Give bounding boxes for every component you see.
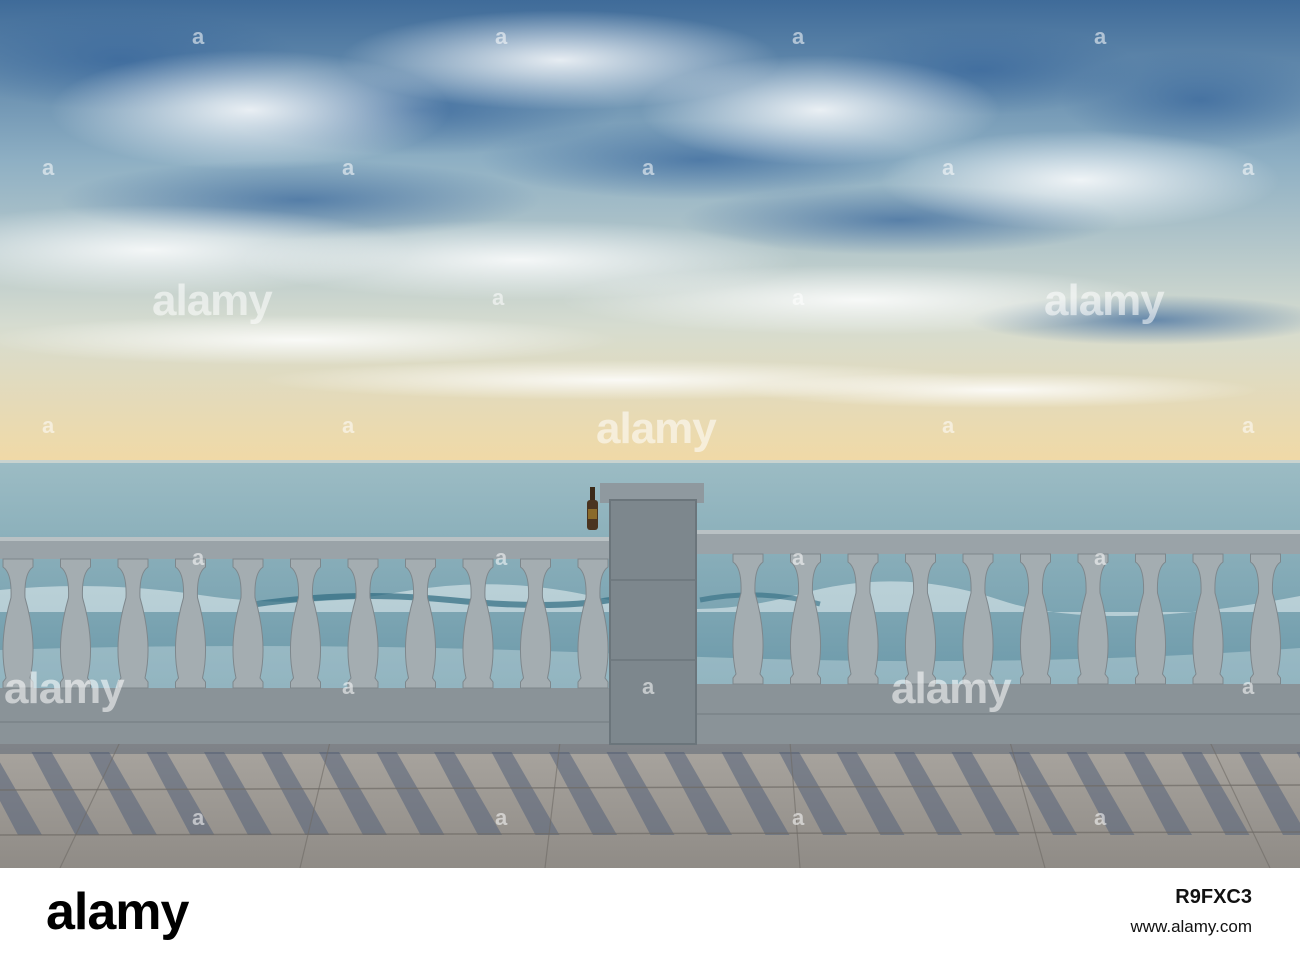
alamy-logo[interactable]: alamy [46, 882, 189, 942]
central-pillar [600, 483, 704, 745]
horizon-line [0, 460, 1300, 463]
site-url[interactable]: www.alamy.com [1130, 917, 1252, 937]
stock-footer: alamy R9FXC3 www.alamy.com [0, 868, 1300, 957]
seafront-scene [0, 0, 1300, 868]
image-meta: R9FXC3 www.alamy.com [1130, 886, 1252, 937]
stock-photo: alamy alamy alamy alamy alamy a a a a a … [0, 0, 1300, 868]
image-id: R9FXC3 [1175, 886, 1252, 908]
